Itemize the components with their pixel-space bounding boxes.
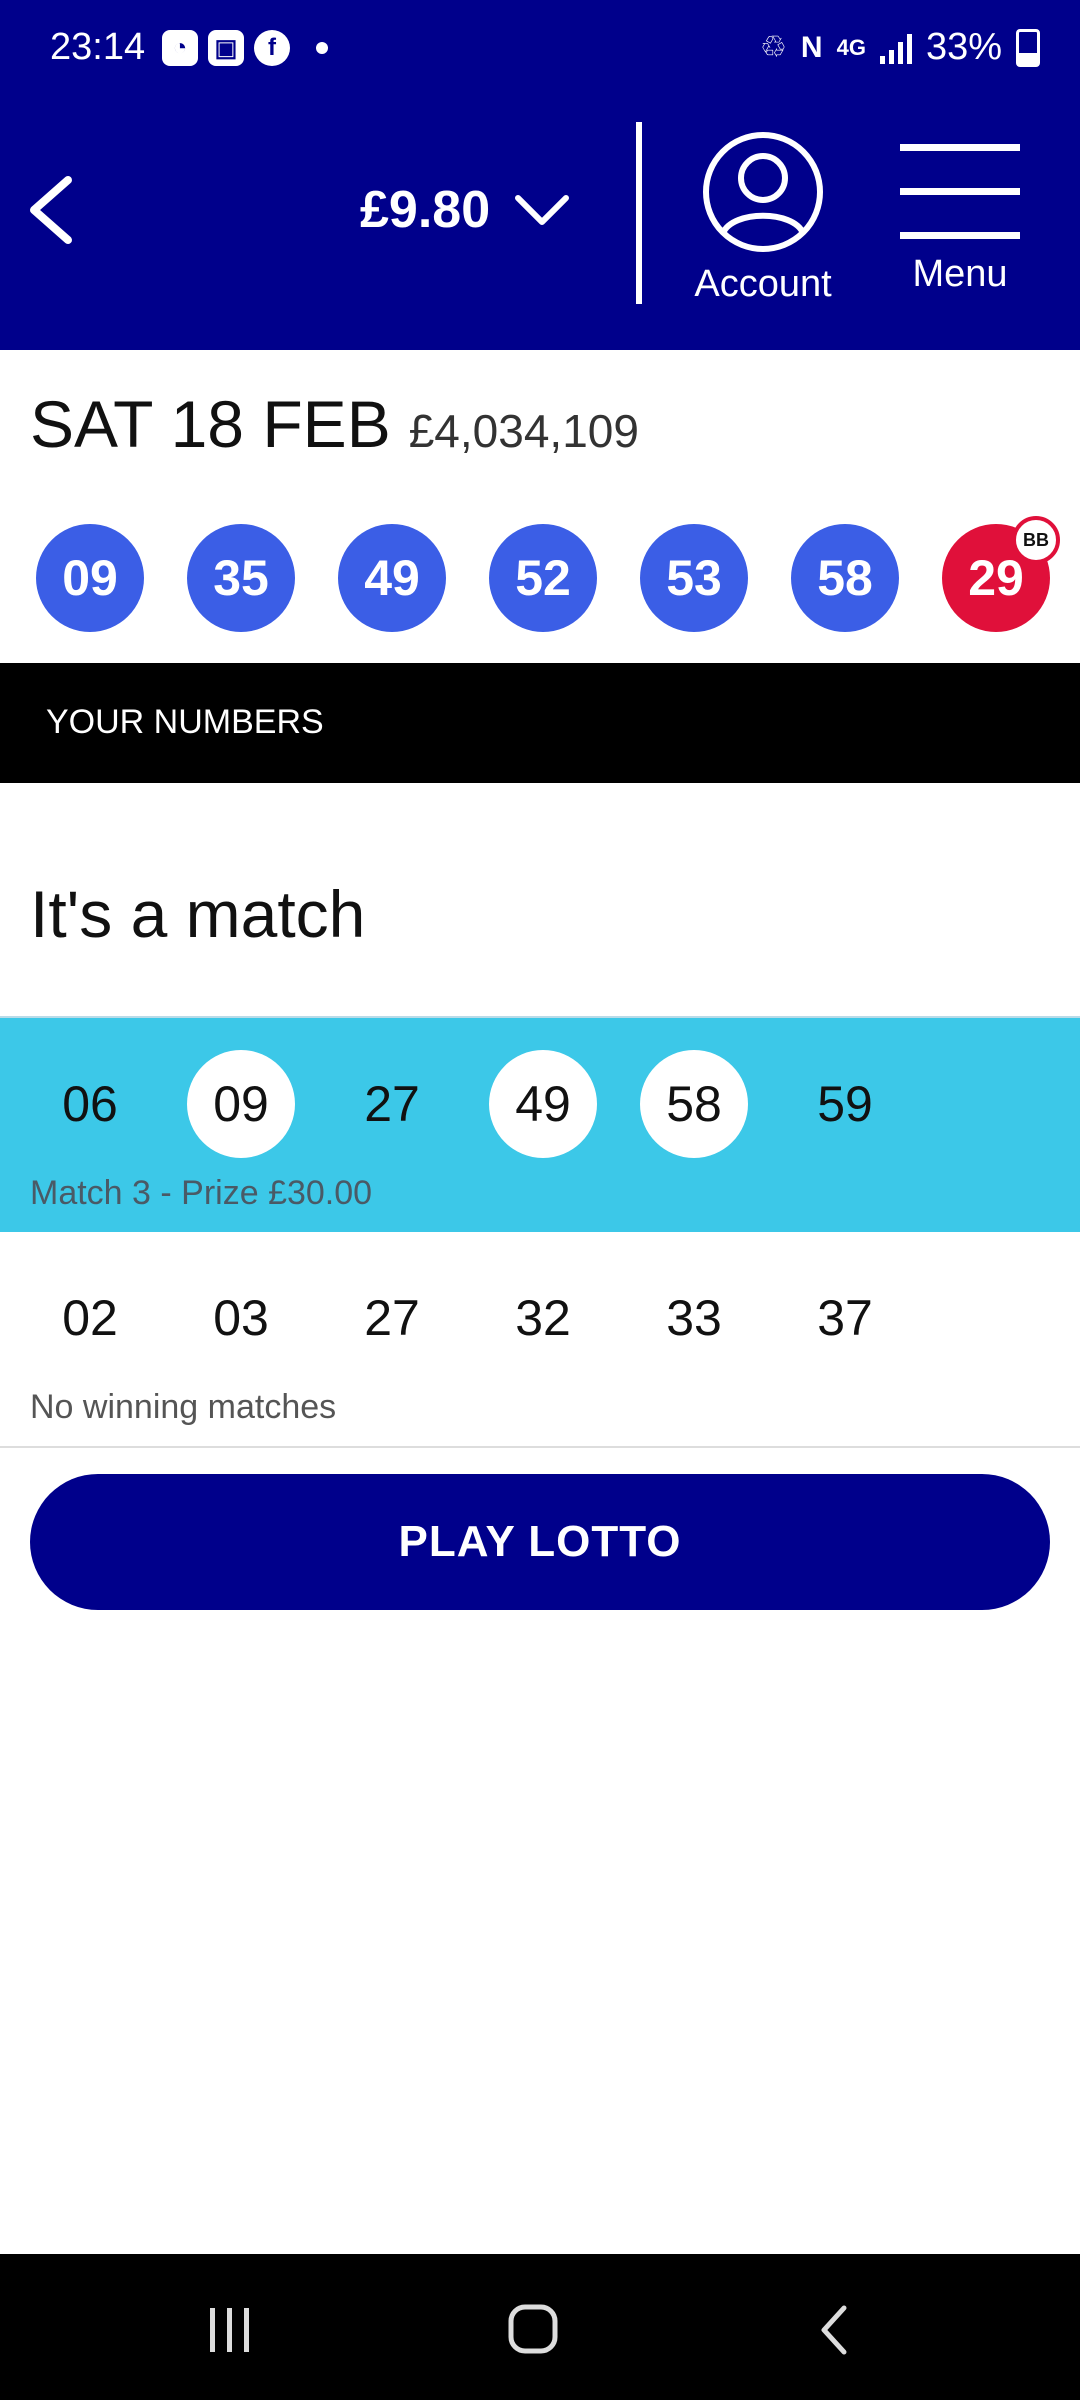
ticket-number: 02 bbox=[62, 1290, 118, 1346]
nfc-icon: N bbox=[800, 30, 823, 64]
more-notifications-dot-icon bbox=[316, 42, 328, 54]
ticket-line-unmatched: 02 03 27 32 33 37 No winning matches bbox=[0, 1232, 1080, 1448]
hamburger-menu-icon bbox=[900, 144, 1020, 239]
facebook-icon: f bbox=[254, 30, 290, 66]
ticket-number: 59 bbox=[817, 1076, 873, 1132]
battery-percent: 33% bbox=[925, 26, 1002, 68]
winning-ball: 58 bbox=[791, 524, 899, 632]
line-prize-status: Match 3 - Prize £30.00 bbox=[30, 1174, 373, 1212]
sync-icon: ◔ bbox=[162, 30, 198, 66]
gallery-icon: ▣ bbox=[208, 30, 244, 66]
bonus-ball-badge: BB bbox=[1012, 516, 1060, 564]
battery-icon bbox=[1016, 28, 1040, 67]
winning-ball: 35 bbox=[187, 524, 295, 632]
bonus-ball-number: 29 bbox=[968, 550, 1024, 606]
draw-header: SAT 18 FEB £4,034,109 bbox=[30, 386, 639, 462]
network-type: 4G bbox=[836, 34, 866, 60]
play-lotto-button[interactable]: PLAY LOTTO bbox=[30, 1474, 1050, 1610]
draw-date: SAT 18 FEB bbox=[30, 387, 391, 461]
winning-ball: 52 bbox=[489, 524, 597, 632]
result-heading: It's a match bbox=[30, 877, 366, 951]
chevron-left-icon bbox=[30, 176, 72, 244]
ticket-number: 37 bbox=[817, 1290, 873, 1346]
your-numbers-header: YOUR NUMBERS bbox=[0, 663, 1080, 783]
ticket-number: 03 bbox=[213, 1290, 269, 1346]
recent-apps-icon bbox=[210, 2308, 249, 2352]
notification-icons: ◔ ▣ f bbox=[162, 30, 328, 66]
status-time: 23:14 bbox=[50, 26, 146, 68]
home-icon bbox=[508, 2304, 558, 2354]
section-title: YOUR NUMBERS bbox=[46, 703, 324, 741]
account-icon bbox=[703, 132, 823, 252]
recent-apps-button[interactable] bbox=[200, 2302, 260, 2358]
recycle-icon: ♲ bbox=[760, 31, 787, 64]
menu-button[interactable]: Menu bbox=[890, 140, 1030, 296]
ticket-number: 33 bbox=[666, 1290, 722, 1346]
ticket-number: 06 bbox=[62, 1076, 118, 1132]
back-button[interactable] bbox=[20, 170, 90, 250]
signal-icon bbox=[879, 32, 912, 64]
line-prize-status: No winning matches bbox=[30, 1388, 337, 1426]
winning-ball: 53 bbox=[640, 524, 748, 632]
system-back-button[interactable] bbox=[806, 2302, 866, 2358]
system-nav-bar bbox=[0, 2254, 1080, 2400]
ticket-number: 27 bbox=[364, 1290, 420, 1346]
chevron-down-icon bbox=[515, 195, 570, 225]
balance-dropdown[interactable]: £9.80 bbox=[360, 180, 570, 240]
home-button[interactable] bbox=[504, 2302, 564, 2358]
ticket-number: 27 bbox=[364, 1076, 420, 1132]
winning-ball: 09 bbox=[36, 524, 144, 632]
bonus-ball: 29 BB bbox=[942, 516, 1060, 632]
account-button[interactable]: Account bbox=[686, 130, 840, 306]
draw-jackpot: £4,034,109 bbox=[408, 405, 639, 457]
ticket-line-matched: 06 09 27 49 58 59 Match 3 - Prize £30.00 bbox=[0, 1016, 1080, 1232]
ticket-number: 32 bbox=[515, 1290, 571, 1346]
back-arrow-icon bbox=[821, 2305, 847, 2355]
winning-ball: 49 bbox=[338, 524, 446, 632]
ticket-number-matched: 58 bbox=[640, 1050, 748, 1158]
status-bar: 23:14 ◔ ▣ f ♲ N 4G 33% bbox=[0, 0, 1080, 100]
ticket-number-matched: 09 bbox=[187, 1050, 295, 1158]
balance-amount: £9.80 bbox=[360, 181, 491, 239]
header-divider bbox=[636, 122, 642, 304]
ticket-number-matched: 49 bbox=[489, 1050, 597, 1158]
account-label: Account bbox=[694, 263, 832, 305]
winning-balls: 09 35 49 52 53 58 29 BB bbox=[36, 516, 1060, 634]
app-header: £9.80 Account Menu bbox=[0, 100, 1080, 350]
system-icons: ♲ N 4G 33% bbox=[760, 26, 1040, 69]
menu-label: Menu bbox=[912, 253, 1008, 295]
